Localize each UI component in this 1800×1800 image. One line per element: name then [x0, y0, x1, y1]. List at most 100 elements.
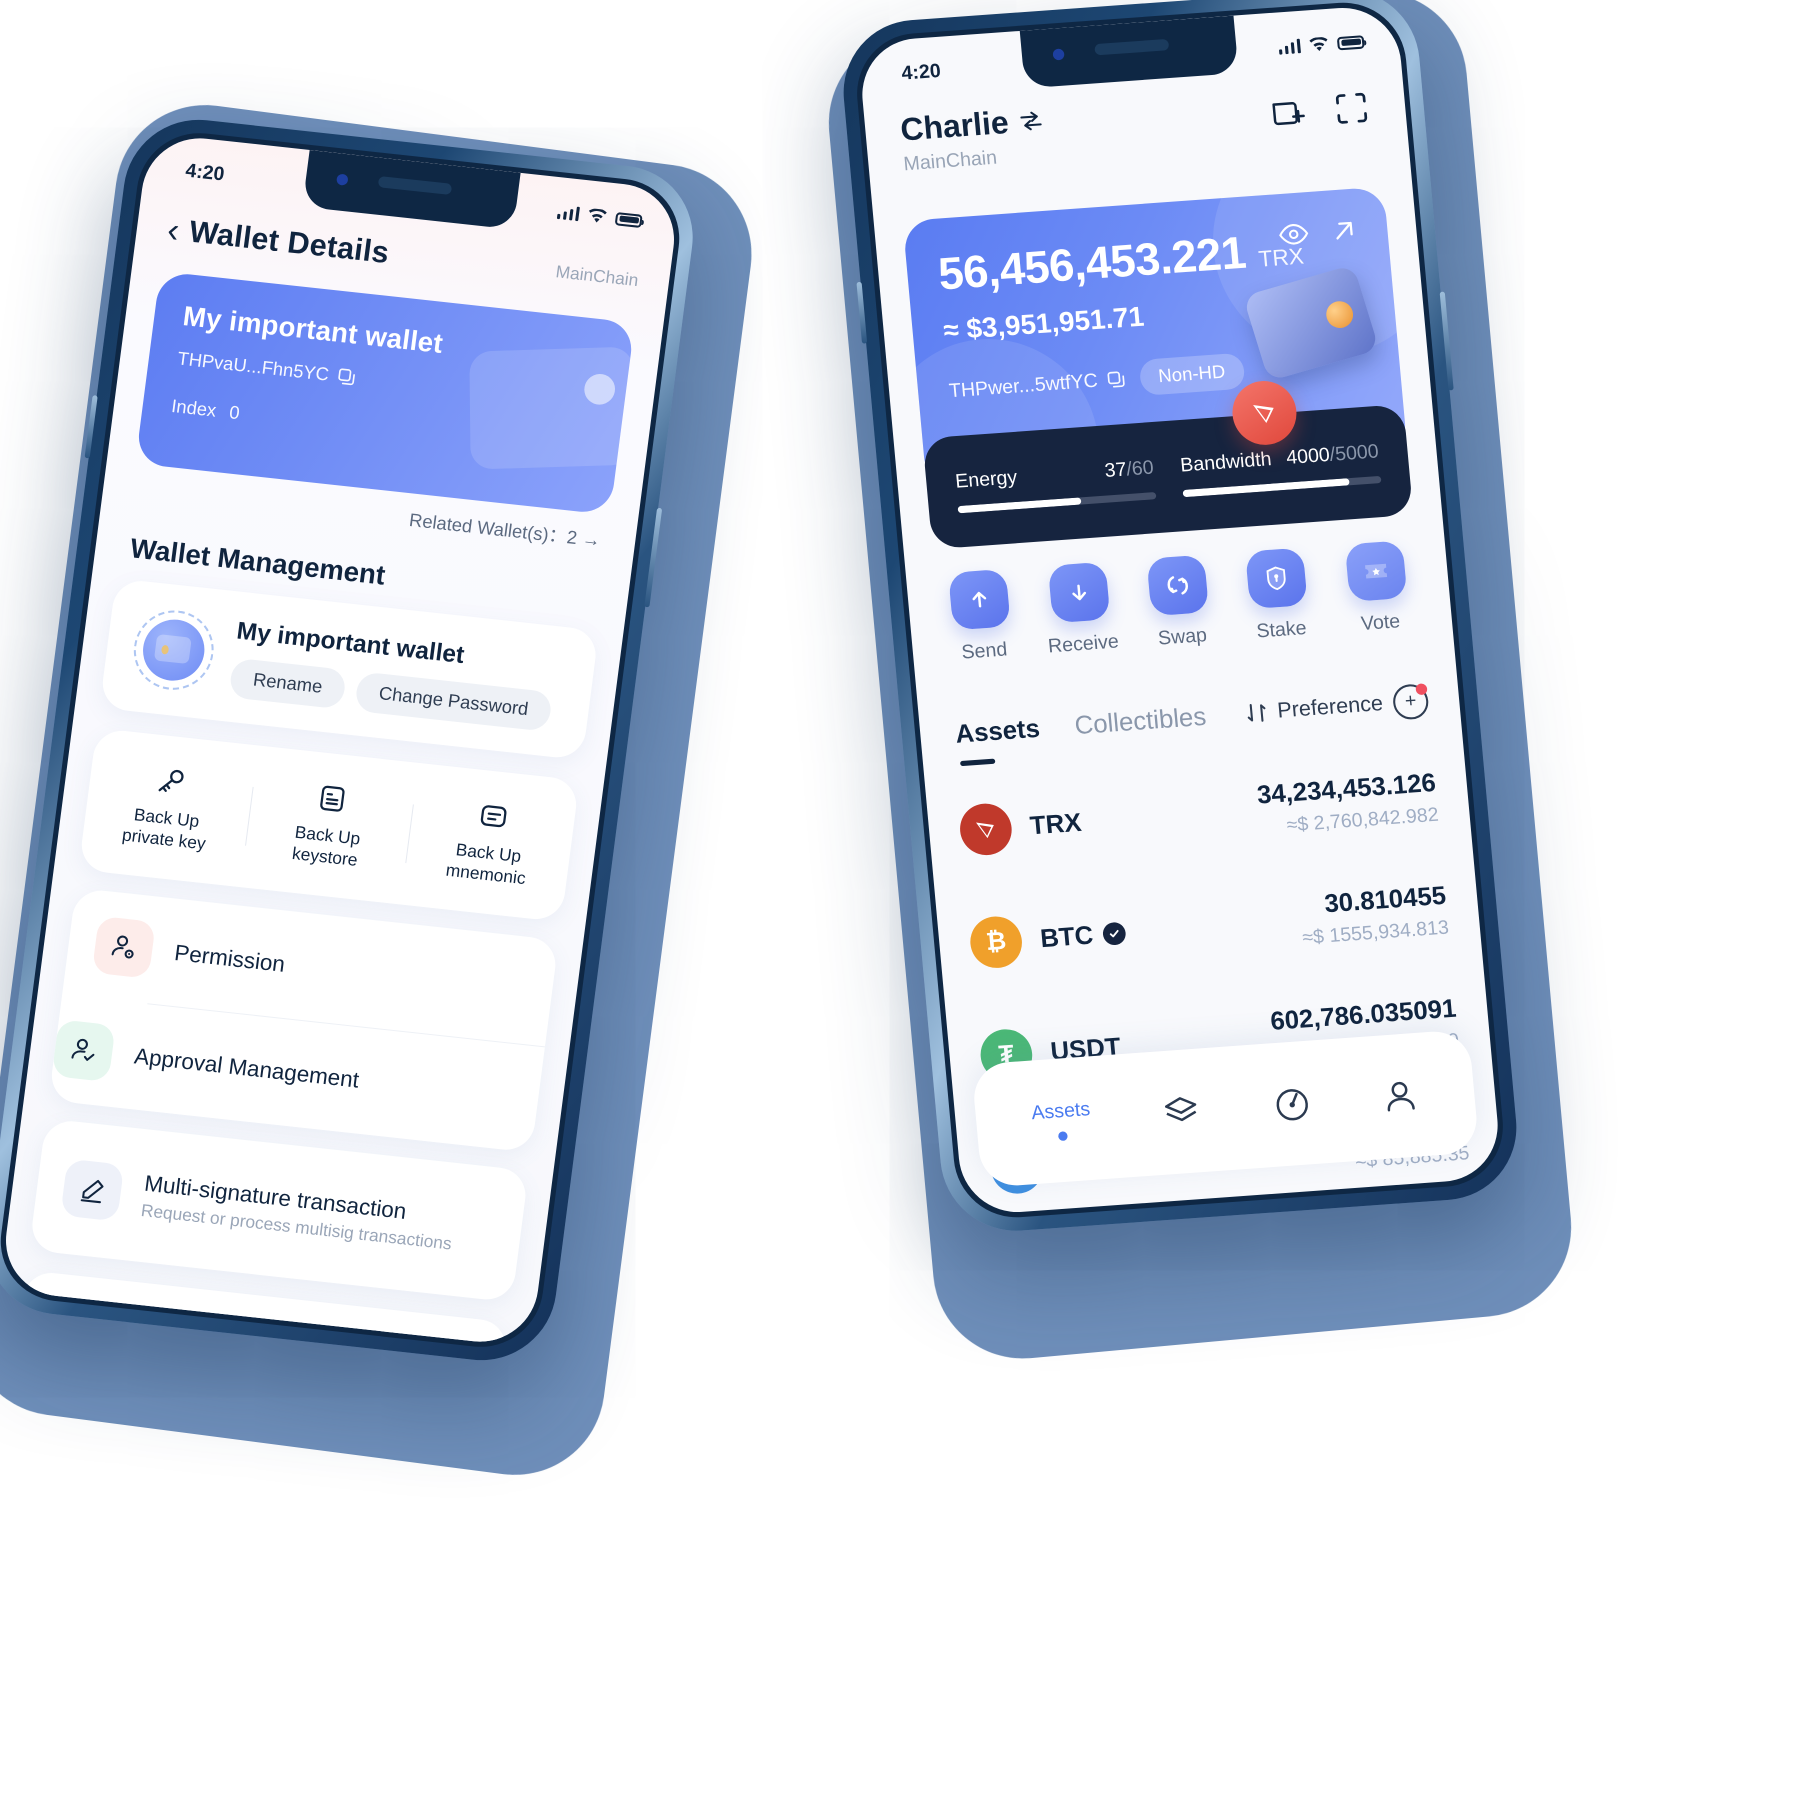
quick-action-vote[interactable]: Vote — [1327, 539, 1428, 638]
wallet-index-value: 0 — [228, 401, 241, 424]
asset-amount: 602,786.035091 — [1269, 993, 1458, 1036]
scan-qr-icon[interactable] — [1331, 89, 1371, 129]
approval-management-label: Approval Management — [132, 1043, 361, 1093]
copy-icon[interactable] — [1105, 369, 1126, 390]
row-multisig[interactable]: Multi-signature transaction Request or p… — [29, 1118, 529, 1302]
backup-private-key-button[interactable]: Back Up private key — [82, 756, 254, 860]
wifi-icon — [589, 207, 607, 222]
tab-assets[interactable]: Assets — [954, 714, 1041, 750]
quick-action-receive-label: Receive — [1047, 630, 1120, 658]
wallet-index-label: Index — [170, 395, 218, 421]
backup-options-card: Back Up private key Back Up keystore Back … — [78, 727, 580, 922]
bandwidth-label: Bandwidth — [1179, 448, 1273, 477]
change-password-button[interactable]: Change Password — [354, 670, 554, 732]
battery-icon — [614, 211, 643, 228]
front-camera-icon — [336, 173, 349, 186]
chevron-left-icon[interactable]: ‹ — [165, 211, 181, 251]
quick-action-receive[interactable]: Receive — [1030, 560, 1131, 659]
permission-label: Permission — [173, 939, 287, 977]
nav-assets-label: Assets — [1030, 1098, 1092, 1124]
account-name: Charlie — [898, 104, 1011, 148]
rename-button[interactable]: Rename — [228, 657, 348, 709]
copy-icon[interactable] — [336, 366, 358, 387]
verified-badge-icon — [1102, 921, 1128, 946]
arrow-down-icon — [1047, 561, 1111, 624]
bitcoin-icon: ₿ — [968, 914, 1025, 970]
energy-total: 60 — [1130, 456, 1155, 480]
front-camera-icon — [1052, 48, 1065, 61]
backup-keystore-button[interactable]: Back Up keystore — [243, 773, 415, 877]
arrow-up-icon — [948, 568, 1012, 631]
resource-energy[interactable]: Energy 37/60 — [954, 456, 1157, 513]
wallet-profile-card: My important wallet Rename Change Passwo… — [99, 578, 599, 761]
multisig-card[interactable]: Multi-signature transaction Request or p… — [28, 1118, 529, 1303]
left-status-time: 4:20 — [184, 160, 226, 186]
resource-bandwidth[interactable]: Bandwidth 4000/5000 — [1179, 440, 1382, 497]
notch — [302, 149, 521, 230]
asset-fiat: ≈$ 2,760,842.982 — [1285, 803, 1440, 837]
quick-action-send-label: Send — [960, 638, 1009, 664]
layers-nav-icon — [1165, 1097, 1197, 1122]
ticket-star-icon — [1344, 540, 1408, 602]
battery-icon — [1336, 34, 1365, 50]
profile-nav-icon — [1387, 1081, 1415, 1112]
speaker-icon — [377, 175, 453, 196]
shield-lock-icon — [1245, 547, 1309, 610]
asset-tabs: Assets Collectibles Preference + — [954, 683, 1430, 752]
arrow-right-icon: → — [580, 528, 602, 551]
quick-action-stake[interactable]: Stake — [1228, 546, 1329, 645]
balance-unit: TRX — [1257, 242, 1305, 272]
pencil-icon — [60, 1158, 125, 1222]
asset-amount: 34,234,453.126 — [1255, 767, 1437, 810]
backup-mnemonic-button[interactable]: Back Up mnemonic — [404, 790, 576, 894]
quick-action-swap[interactable]: Swap — [1129, 553, 1230, 652]
phone-right-assets: 4:20 Charlie MainChain 56,456,453.221 TR… — [837, 0, 1523, 1236]
energy-used: 37 — [1103, 458, 1128, 482]
nav-item-profile[interactable] — [1380, 1075, 1421, 1117]
discover-nav-icon — [1276, 1089, 1308, 1121]
cellular-signal-icon — [1278, 38, 1302, 55]
nav-item-assets[interactable]: Assets — [1030, 1098, 1092, 1142]
chain-label: MainChain — [902, 147, 998, 176]
account-name-row[interactable]: Charlie — [899, 102, 1045, 149]
permission-user-icon — [91, 915, 156, 979]
add-token-icon[interactable]: + — [1391, 683, 1430, 721]
bandwidth-progress-bar — [1182, 475, 1382, 497]
preference-label: Preference — [1276, 691, 1385, 723]
nav-item-discover[interactable] — [1270, 1083, 1313, 1125]
asset-symbol: BTC — [1038, 920, 1095, 953]
wallet-avatar-icon[interactable] — [129, 606, 219, 694]
quick-action-swap-label: Swap — [1157, 624, 1208, 650]
key-icon — [95, 756, 248, 807]
related-wallets-link[interactable]: Related Wallet(s)：2 → — [408, 506, 603, 553]
arrow-up-right-icon[interactable] — [1331, 217, 1358, 243]
quick-action-vote-label: Vote — [1360, 610, 1402, 636]
energy-progress-bar — [957, 491, 1157, 513]
permission-card: Permission Approval Management — [48, 887, 559, 1153]
bandwidth-total: 5000 — [1334, 440, 1380, 466]
wifi-icon — [1309, 36, 1328, 51]
speaker-icon — [1094, 38, 1170, 56]
asset-fiat: ≈$ 1555,934.813 — [1301, 916, 1450, 949]
add-wallet-icon[interactable] — [1268, 93, 1308, 133]
screenshot-canvas: 4:20 Charlie MainChain 56,456,453.221 TR… — [0, 0, 1800, 1800]
balance-amount: 56,456,453.221 — [936, 227, 1248, 300]
switch-account-icon[interactable] — [1018, 110, 1045, 132]
bandwidth-used: 4000 — [1285, 443, 1331, 469]
page-title: Wallet Details — [187, 215, 392, 271]
asset-amount: 30.810455 — [1323, 880, 1448, 919]
keystore-icon — [256, 774, 409, 825]
hd-badge: Non-HD — [1138, 352, 1246, 396]
tab-collectibles[interactable]: Collectibles — [1073, 702, 1207, 741]
quick-action-send[interactable]: Send — [931, 568, 1032, 667]
swap-icon — [1146, 554, 1210, 617]
wallet-address-text: THPvaU...Fhn5YC — [176, 348, 331, 385]
approval-user-icon — [51, 1019, 116, 1083]
nav-item-layers[interactable] — [1159, 1092, 1203, 1132]
wallet-summary-card[interactable]: My important wallet THPvaU...Fhn5YC Inde… — [135, 271, 635, 515]
cellular-signal-icon — [556, 205, 580, 222]
asset-symbol: TRX — [1028, 807, 1083, 841]
nav-active-dot — [1057, 1130, 1069, 1141]
quick-actions-row: Send Receive Swap Stake Vote — [906, 537, 1453, 668]
preference-button[interactable]: Preference + — [1245, 683, 1430, 731]
